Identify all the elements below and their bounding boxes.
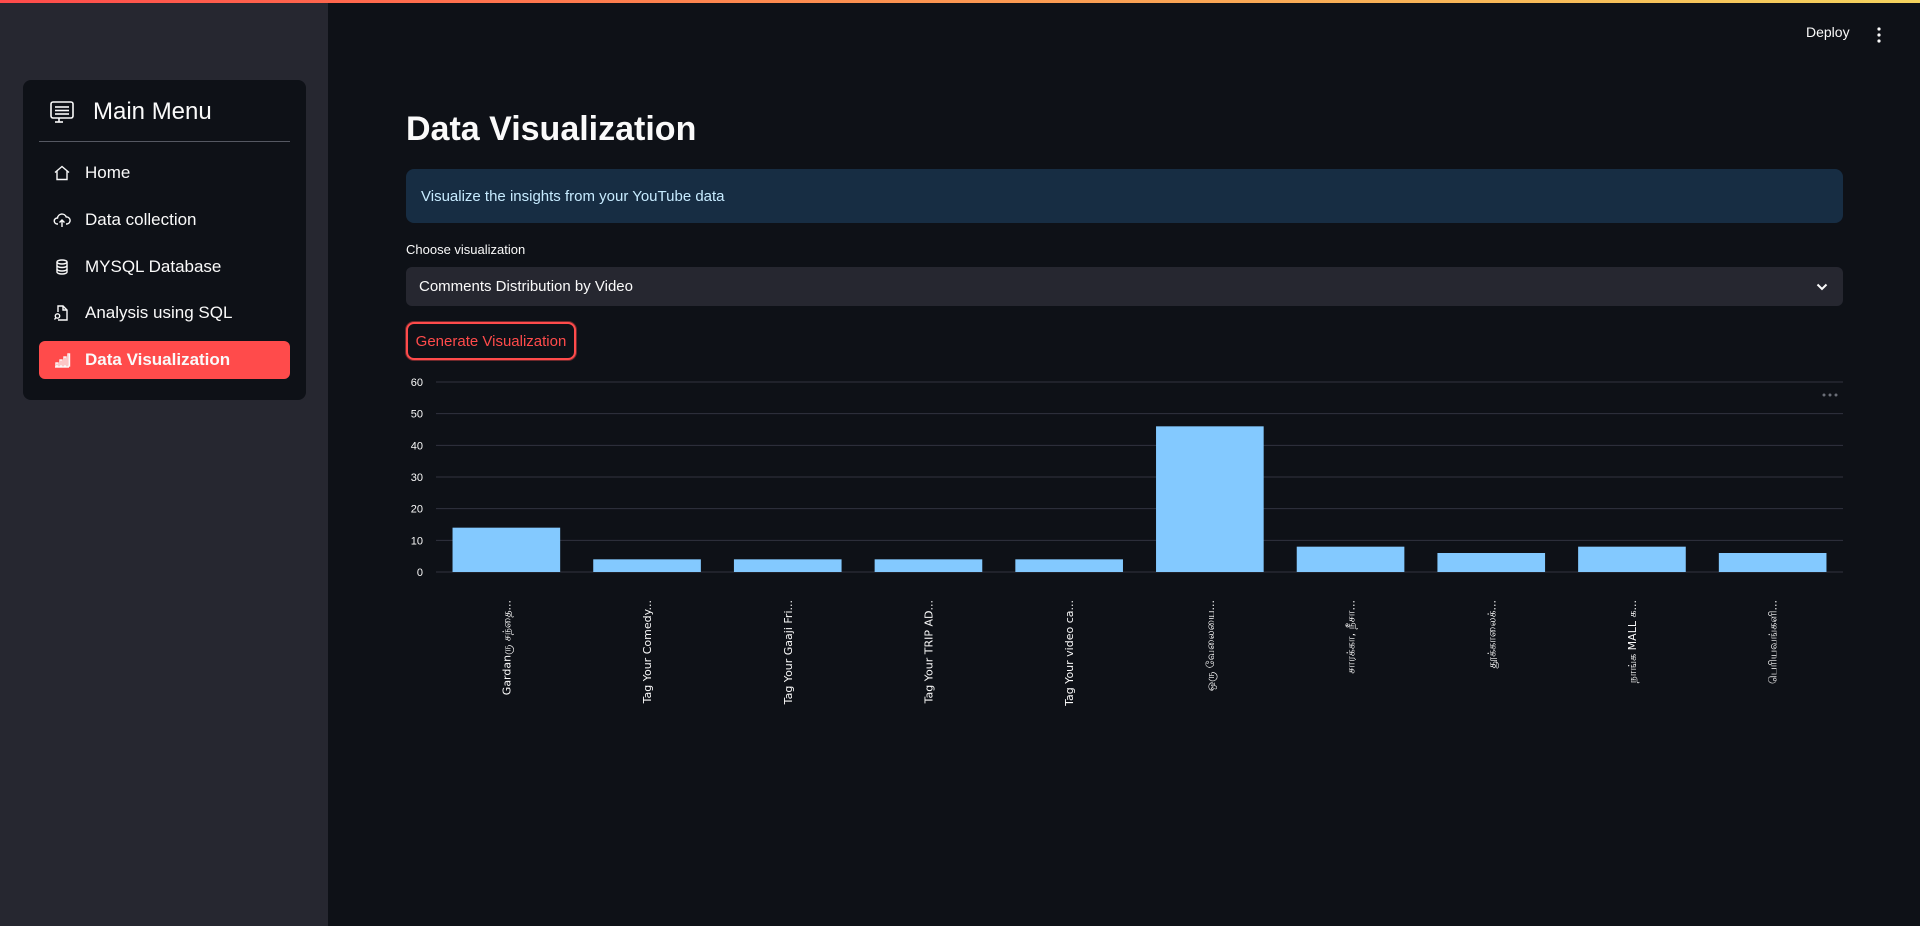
file-search-icon <box>53 304 71 322</box>
chart-bar[interactable] <box>593 559 701 572</box>
x-tick-label: Tag Your TRIP AD... <box>922 600 935 704</box>
y-tick-label: 50 <box>411 409 423 421</box>
chevron-down-icon <box>1815 280 1829 292</box>
y-tick-label: 10 <box>411 535 423 547</box>
cloud-upload-icon <box>53 211 71 229</box>
x-tick-label: நாங்க MALL க... <box>1626 600 1639 683</box>
y-tick-label: 40 <box>411 440 423 452</box>
visualization-select[interactable]: Comments Distribution by Video <box>406 267 1843 306</box>
x-tick-label: Tag Your Comedy... <box>641 600 654 704</box>
chart-bar[interactable] <box>874 559 983 572</box>
menu-header: Main Menu <box>49 98 212 126</box>
generate-visualization-button[interactable]: Generate Visualization <box>406 322 576 360</box>
info-alert: Visualize the insights from your YouTube… <box>406 169 1843 223</box>
visualization-select-value: Comments Distribution by Video <box>419 278 633 295</box>
sidebar-item-home[interactable]: Home <box>39 154 290 192</box>
main-menu-card: Main Menu Home Data collection MYSQL Dat… <box>23 80 306 400</box>
sidebar-item-data-visualization[interactable]: Data Visualization <box>39 341 290 379</box>
x-tick-label: Tag Your video ca... <box>1063 600 1076 707</box>
chart-bar[interactable] <box>1015 559 1123 572</box>
sidebar-item-label: Data Visualization <box>85 350 231 369</box>
y-tick-label: 30 <box>411 472 423 484</box>
sidebar-item-label: Home <box>85 163 131 182</box>
menu-list-icon <box>49 100 75 124</box>
database-icon <box>53 258 71 276</box>
y-tick-label: 20 <box>411 504 423 516</box>
menu-divider <box>39 141 290 142</box>
x-tick-label: ஒரு வேலையை... <box>1204 600 1217 691</box>
bar-chart: 0 10 20 30 40 50 60 Gardanரு சந்தை... Tag Your C… <box>411 377 1843 707</box>
x-tick-label: Gardanரு சந்தை... <box>500 600 513 695</box>
sidebar: Main Menu Home Data collection MYSQL Dat… <box>0 3 328 926</box>
y-tick-label: 60 <box>411 377 423 389</box>
menu-title: Main Menu <box>93 98 212 125</box>
x-tick-label: தூக்காலைக்... <box>1485 600 1498 668</box>
kebab-vertical-icon[interactable] <box>1876 26 1882 44</box>
x-tick-label: பெரியவங்களி... <box>1767 600 1780 684</box>
chart-bar[interactable] <box>1718 553 1827 572</box>
page-title: Data Visualization <box>406 110 697 148</box>
chart-bar[interactable] <box>452 527 561 572</box>
sidebar-item-data-collection[interactable]: Data collection <box>39 201 290 239</box>
chart-bar[interactable] <box>1578 546 1686 572</box>
sidebar-item-mysql-database[interactable]: MYSQL Database <box>39 248 290 286</box>
sidebar-item-label: Analysis using SQL <box>85 303 233 322</box>
chart-bar[interactable] <box>1296 546 1405 572</box>
chart-bar[interactable] <box>733 559 842 572</box>
sidebar-item-label: MYSQL Database <box>85 257 222 276</box>
sidebar-item-label: Data collection <box>85 210 197 229</box>
x-tick-label: Tag Your Gaaji Fri... <box>782 600 795 705</box>
house-icon <box>53 164 71 182</box>
sidebar-item-analysis-using-sql[interactable]: Analysis using SQL <box>39 294 290 332</box>
visualization-select-label: Choose visualization <box>406 242 526 257</box>
info-alert-text: Visualize the insights from your YouTube… <box>421 187 725 205</box>
deploy-button[interactable]: Deploy <box>1806 24 1850 40</box>
y-tick-label: 0 <box>417 567 423 579</box>
chart-bar[interactable] <box>1156 426 1264 572</box>
x-tick-label: சாரக்கா, நீசா... <box>1345 600 1358 674</box>
bar-chart-icon <box>53 351 71 369</box>
chart-bar[interactable] <box>1437 553 1546 572</box>
